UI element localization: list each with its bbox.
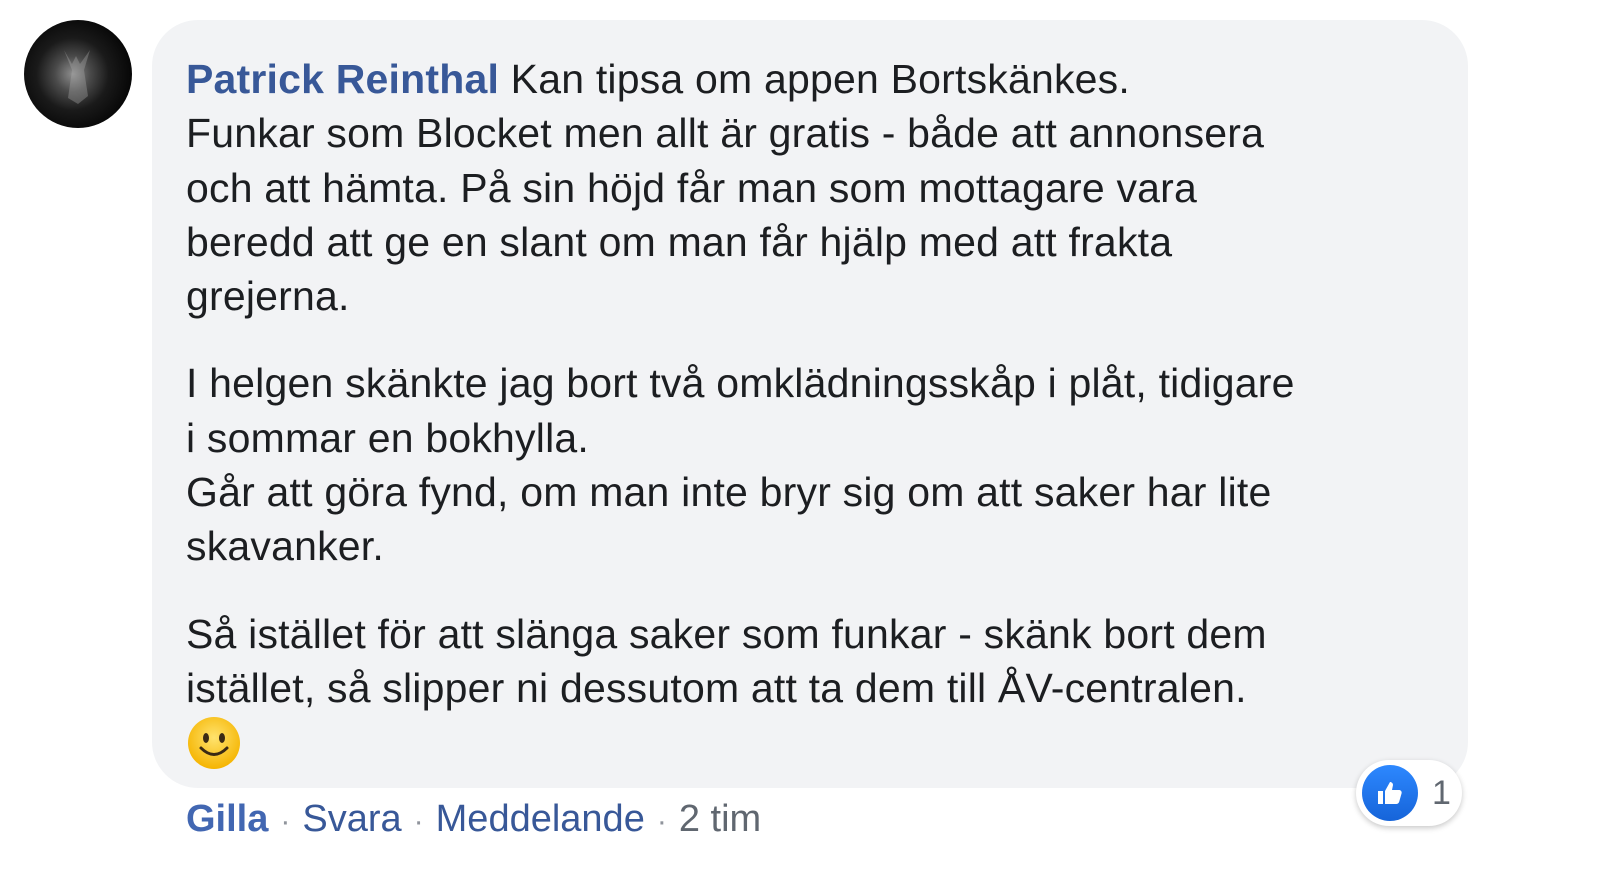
reaction-summary[interactable]: 1	[1356, 760, 1462, 826]
comment-paragraph-1: Patrick Reinthal Kan tipsa om appen Bort…	[186, 52, 1434, 323]
separator-dot: ·	[280, 805, 291, 838]
avatar[interactable]	[24, 20, 132, 128]
like-thumb-icon	[1362, 765, 1418, 821]
comment-bubble: Patrick Reinthal Kan tipsa om appen Bort…	[152, 20, 1468, 788]
message-button[interactable]: Meddelande	[436, 798, 645, 840]
comment-paragraph-2: I helgen skänkte jag bort två omklädning…	[186, 360, 1295, 570]
smiley-face-icon	[186, 715, 242, 771]
avatar-image	[64, 50, 90, 104]
author-name[interactable]: Patrick Reinthal	[186, 56, 499, 102]
reaction-count: 1	[1432, 773, 1451, 812]
comment-paragraph-3-text: Så istället för att slänga saker som fun…	[186, 610, 1267, 711]
timestamp-link[interactable]: 2 tim	[679, 798, 761, 840]
like-button[interactable]: Gilla	[186, 798, 268, 840]
comment-paragraph-1-text: Funkar som Blocket men allt är gratis - …	[186, 110, 1265, 320]
separator-dot: ·	[656, 805, 667, 838]
comment-paragraph-3: Så istället för att slänga saker som fun…	[186, 607, 1434, 775]
comment-first-line: Kan tipsa om appen Bortskänkes.	[499, 56, 1130, 102]
separator-dot: ·	[413, 805, 424, 838]
comment-actions: Gilla · Svara · Meddelande · 2 tim	[186, 795, 761, 846]
reply-button[interactable]: Svara	[302, 798, 401, 840]
